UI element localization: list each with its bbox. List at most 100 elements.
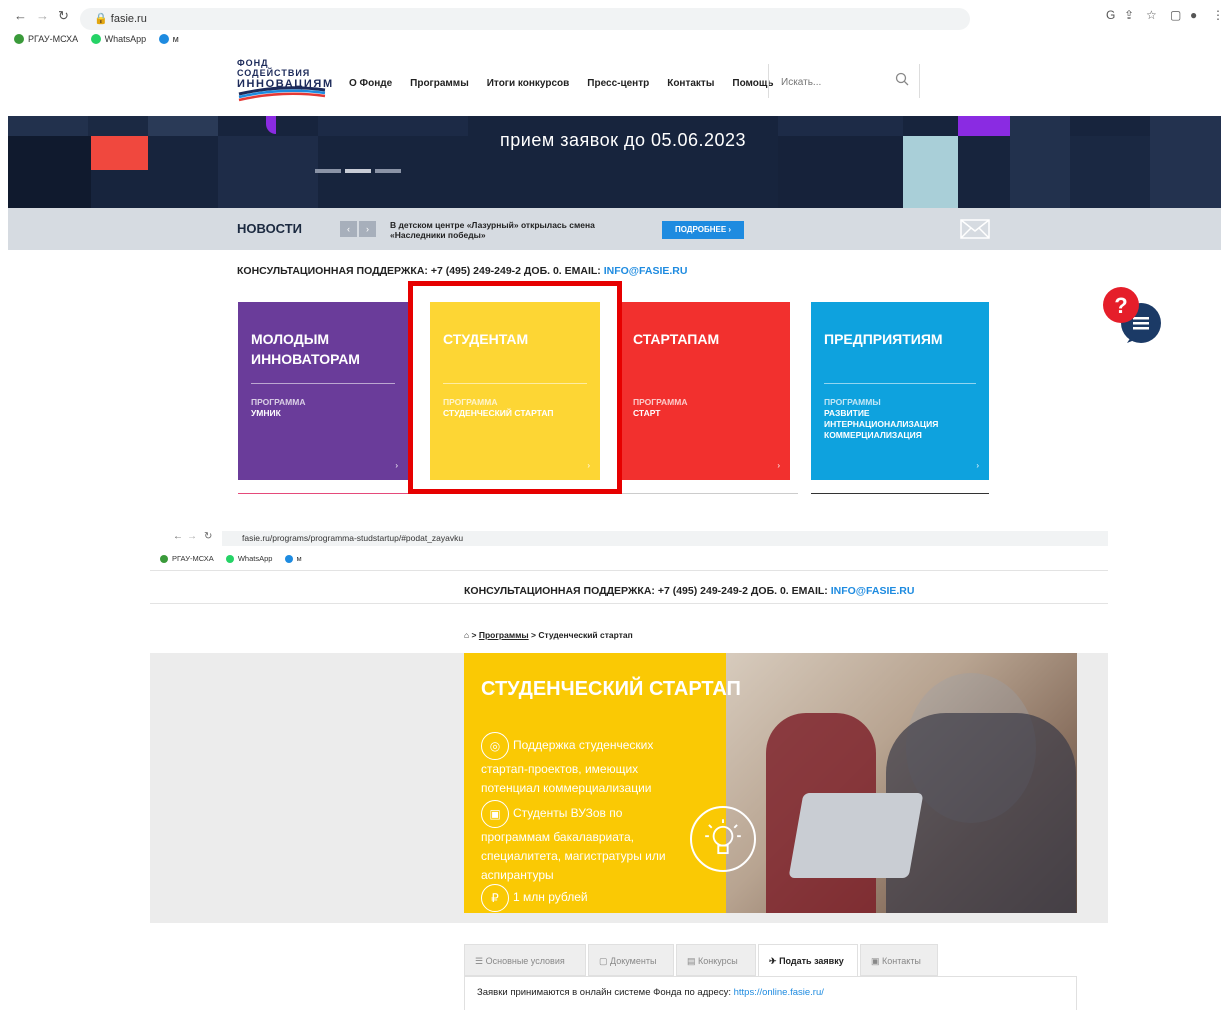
target-icon: ◎ — [481, 732, 509, 760]
back-icon[interactable]: ← — [14, 8, 27, 23]
news-more-button[interactable]: ПОДРОБНЕЕ › — [662, 221, 744, 239]
list-icon: ☰ — [475, 956, 484, 966]
banner-feature-2: ▣ Студенты ВУЗов по программам бакалавриа… — [481, 800, 681, 885]
card-arrow-icon: › — [976, 461, 979, 470]
tab-apply[interactable]: ✈ Подать заявку — [758, 944, 858, 976]
card-arrow-icon: › — [395, 461, 398, 470]
logo-swoosh-icon — [238, 86, 326, 102]
highlight-box — [408, 281, 622, 494]
card-underline — [238, 493, 408, 494]
breadcrumb-programs-link[interactable]: Программы — [479, 630, 529, 640]
menu-dots-icon[interactable]: ⋮ — [1212, 8, 1221, 22]
profile-icon[interactable]: ● — [1190, 8, 1197, 22]
slider-dot-1[interactable] — [315, 169, 341, 173]
globe-icon — [160, 554, 168, 563]
divider — [150, 570, 1108, 571]
address-bar-2[interactable]: fasie.ru/programs/programma-studstartup/… — [222, 531, 1108, 546]
tab-main-conditions[interactable]: ☰ Основные условия — [464, 944, 586, 976]
bookmark-whatsapp[interactable]: WhatsApp — [90, 34, 146, 44]
news-title: НОВОСТИ — [237, 221, 303, 236]
address-url: fasie.ru — [110, 13, 147, 25]
telegram-icon — [284, 554, 293, 563]
contacts-icon: ▣ — [871, 956, 880, 966]
card-underline — [620, 493, 798, 494]
google-icon[interactable]: G — [1106, 8, 1115, 22]
banner-feature-1: ◎ Поддержка студенческих стартап-проектов… — [481, 732, 681, 798]
document-icon: ▢ — [599, 956, 608, 966]
menu-item-press[interactable]: Пресс-центр — [587, 78, 649, 89]
help-chat-icon[interactable]: ? — [1101, 287, 1169, 343]
main-menu: О Фонде Программы Итоги конкурсов Пресс-… — [349, 78, 774, 89]
menu-item-programs[interactable]: Программы — [410, 78, 469, 89]
site-logo[interactable]: ФОНД СОДЕЙСТВИЯ ИННОВАЦИЯМ — [237, 58, 333, 102]
slider-dot-2[interactable] — [345, 169, 371, 173]
online-system-link[interactable]: https://online.fasie.ru/ — [734, 987, 824, 998]
bookmark-rgau[interactable]: РГАУ-МСХА — [14, 34, 78, 44]
card-young-innovators[interactable]: МОЛОДЫМ ИННОВАТОРАМ ПРОГРАММА УМНИК › — [238, 302, 408, 480]
bookmark-whatsapp[interactable]: WhatsApp — [225, 554, 272, 563]
whatsapp-icon — [225, 554, 234, 563]
hero-purple-tile — [958, 116, 1010, 136]
student-card-icon: ▣ — [481, 800, 509, 828]
forward-icon[interactable]: → — [36, 8, 49, 23]
card-title: СТАРТАПАМ — [633, 331, 720, 347]
menu-item-results[interactable]: Итоги конкурсов — [487, 78, 570, 89]
support-email-link[interactable]: INFO@FASIE.RU — [604, 265, 688, 277]
support-email-link[interactable]: INFO@FASIE.RU — [831, 585, 915, 597]
support-line-2: КОНСУЛЬТАЦИОННАЯ ПОДДЕРЖКА: +7 (495) 249… — [464, 585, 915, 597]
news-next-button[interactable]: › — [359, 221, 376, 237]
card-enterprises[interactable]: ПРЕДПРИЯТИЯМ ПРОГРАММЫ РАЗВИТИЕ ИНТЕРНАЦИ… — [811, 302, 989, 480]
send-icon: ✈ — [769, 956, 777, 966]
news-prev-button[interactable]: ‹ — [340, 221, 357, 237]
slider-dots — [315, 169, 401, 173]
tab-documents[interactable]: ▢ Документы — [588, 944, 674, 976]
back-icon[interactable]: ← — [173, 531, 183, 542]
share-icon[interactable]: ⇪ — [1124, 8, 1134, 22]
program-tabs: ☰ Основные условия ▢ Документы ▤ Конкурс… — [464, 944, 1077, 976]
bookmark-telegram[interactable]: м — [158, 34, 179, 44]
mail-icon[interactable] — [960, 219, 990, 239]
card-title: МОЛОДЫМ ИННОВАТОРАМ — [251, 331, 360, 367]
tab-contests[interactable]: ▤ Конкурсы — [676, 944, 756, 976]
students-photo — [726, 653, 1077, 913]
home-icon[interactable]: ⌂ — [464, 630, 469, 640]
svg-text:?: ? — [1114, 293, 1127, 318]
lock-icon: 🔒 — [94, 13, 108, 25]
bookmarks-bar: РГАУ-МСХА WhatsApp м — [14, 34, 189, 46]
bookmark-rgau[interactable]: РГАУ-МСХА — [160, 554, 214, 563]
lightbulb-icon — [690, 806, 756, 872]
address-url: fasie.ru/programs/programma-studstartup/… — [242, 533, 464, 543]
tab-contacts[interactable]: ▣ Контакты — [860, 944, 938, 976]
menu-item-about[interactable]: О Фонде — [349, 78, 392, 89]
banner-feature-3: ₽1 млн рублей — [481, 884, 681, 912]
forward-icon[interactable]: → — [187, 531, 197, 542]
star-icon[interactable]: ☆ — [1146, 8, 1157, 22]
whatsapp-icon — [90, 34, 101, 44]
tab-content: Заявки принимаются в онлайн системе Фонд… — [464, 976, 1077, 1010]
news-headline[interactable]: В детском центре «Лазурный» открылась см… — [390, 220, 630, 240]
hero-red-tile — [91, 136, 148, 170]
hero-title: прием заявок до 05.06.2023 — [500, 130, 747, 150]
address-bar[interactable]: 🔒 fasie.ru — [80, 8, 970, 30]
reload-icon[interactable]: ↻ — [204, 531, 212, 542]
ruble-icon: ₽ — [481, 884, 509, 912]
card-startups[interactable]: СТАРТАПАМ ПРОГРАММА СТАРТ › — [620, 302, 790, 480]
news-arrows: ‹ › — [340, 221, 376, 237]
card-underline — [811, 493, 989, 494]
breadcrumb-current: Студенческий стартап — [538, 630, 633, 640]
support-line: КОНСУЛЬТАЦИОННАЯ ПОДДЕРЖКА: +7 (495) 249… — [237, 265, 688, 277]
sidebar-icon[interactable]: ▢ — [1170, 8, 1181, 22]
card-title: ПРЕДПРИЯТИЯМ — [824, 331, 943, 347]
banner-title: СТУДЕНЧЕСКИЙ СТАРТАП — [481, 678, 741, 700]
search-icon[interactable] — [895, 72, 909, 86]
menu-item-contacts[interactable]: Контакты — [667, 78, 714, 89]
bookmark-telegram[interactable]: м — [284, 554, 302, 563]
search-input[interactable] — [779, 76, 883, 89]
folder-icon: ▤ — [687, 956, 696, 966]
breadcrumb: ⌂ > Программы > Студенческий стартап — [464, 630, 633, 640]
globe-icon — [14, 34, 24, 44]
reload-icon[interactable]: ↻ — [58, 8, 69, 24]
slider-dot-3[interactable] — [375, 169, 401, 173]
divider — [150, 603, 1108, 604]
search-box — [768, 64, 920, 98]
